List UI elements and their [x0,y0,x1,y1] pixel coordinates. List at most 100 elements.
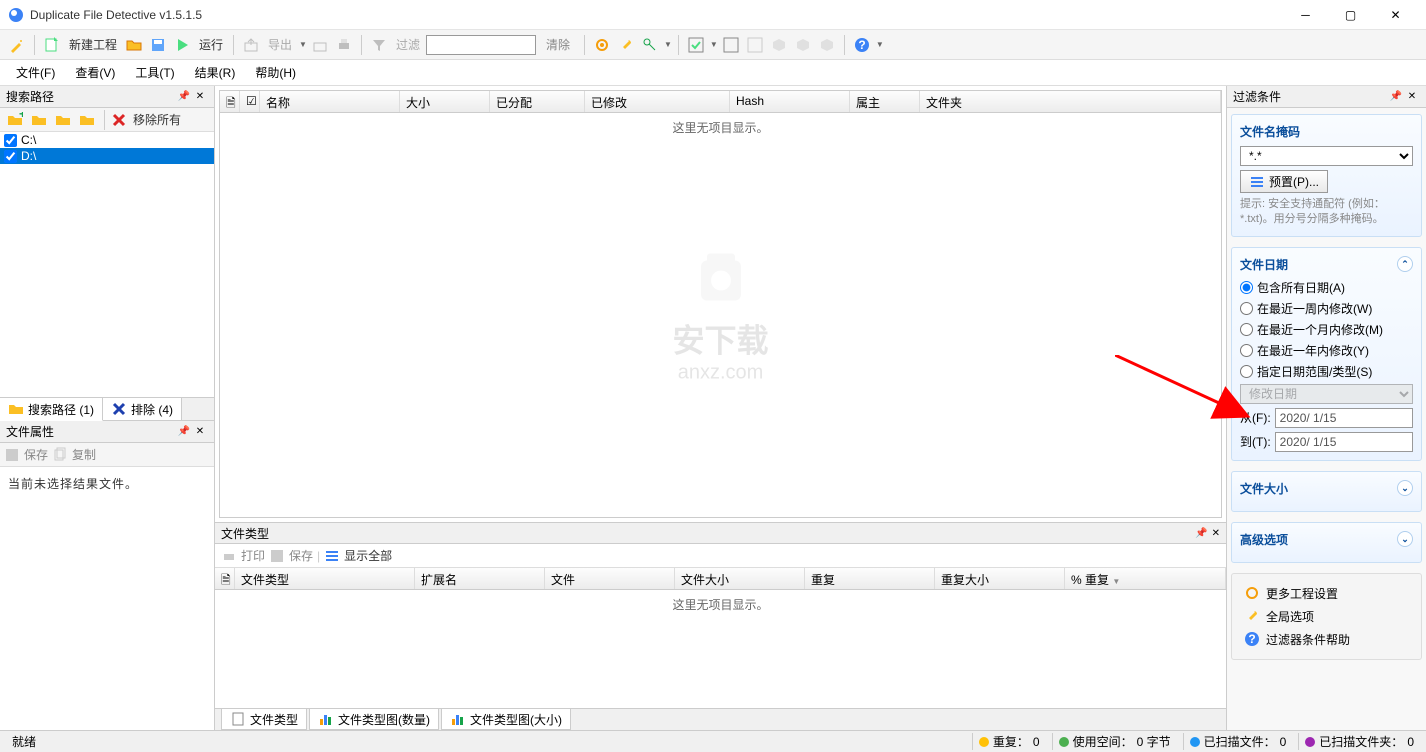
collapse-icon[interactable]: ⌃ [1397,256,1413,272]
add-folder-icon[interactable]: + [4,109,26,131]
to-date-input [1275,432,1413,452]
bcol-files[interactable]: 文件 [545,568,675,589]
run-button[interactable]: 运行 [195,36,227,53]
cube1-icon[interactable] [768,34,790,56]
wand-icon[interactable] [6,34,28,56]
pin-icon[interactable]: 📌 [1195,528,1207,539]
deselect-icon[interactable] [744,34,766,56]
folder3-icon[interactable] [52,109,74,131]
preset-button[interactable]: 预置(P)... [1240,170,1328,193]
remove-all-button[interactable]: 移除所有 [129,111,185,128]
drive-item-d[interactable]: D:\ [0,148,214,164]
col-size[interactable]: 大小 [400,91,490,112]
expand-icon[interactable]: ⌄ [1397,480,1413,496]
minimize-button[interactable]: ─ [1283,1,1328,29]
grid-empty-text: 这里无项目显示。 [672,119,768,136]
col-name[interactable]: 名称 [260,91,400,112]
bcol-dupsize[interactable]: 重复大小 [935,568,1065,589]
col-owner[interactable]: 属主 [850,91,920,112]
pin-icon[interactable]: 📌 [1388,89,1404,105]
bcol-pct[interactable]: % 重复 ▼ [1065,568,1226,589]
mask-title: 文件名掩码 [1240,123,1300,140]
col-icon[interactable]: 🗎 [220,91,240,112]
new-project-icon[interactable] [41,34,63,56]
run-icon[interactable] [171,34,193,56]
edit-folder-icon[interactable] [28,109,50,131]
col-modified[interactable]: 已修改 [585,91,730,112]
bcol-ext[interactable]: 扩展名 [415,568,545,589]
close-panel-icon[interactable]: ✕ [192,89,208,105]
gear-icon[interactable] [591,34,613,56]
export-button[interactable]: 导出 [264,36,296,53]
drive-checkbox-c[interactable] [4,134,17,147]
pin-icon[interactable]: 📌 [176,89,192,105]
bcol-size[interactable]: 文件大小 [675,568,805,589]
import-icon[interactable] [309,34,331,56]
radio-all-dates[interactable]: 包含所有日期(A) [1240,279,1413,296]
col-hash[interactable]: Hash [730,91,850,112]
close-panel-icon[interactable]: ✕ [1404,89,1420,105]
wrench-icon[interactable] [615,34,637,56]
dot-icon [1305,737,1315,747]
date-title: 文件日期 [1240,256,1288,273]
radio-range[interactable]: 指定日期范围/类型(S) [1240,363,1413,380]
uncheck-icon[interactable] [720,34,742,56]
save-icon [269,548,285,564]
file-type-header: 文件类型 📌 ✕ [215,522,1226,544]
copy-props-button[interactable]: 复制 [72,446,96,463]
menu-help[interactable]: 帮助(H) [247,61,304,84]
maximize-button[interactable]: ▢ [1328,1,1373,29]
more-settings-link[interactable]: 更多工程设置 [1240,582,1413,605]
bcol-icon[interactable]: 🗎 [215,568,235,589]
close-button[interactable]: ✕ [1373,1,1418,29]
key-icon[interactable] [639,34,661,56]
print-icon [221,548,237,564]
clear-filter-button[interactable]: 清除 [538,36,578,53]
col-folder[interactable]: 文件夹 [920,91,1221,112]
tab-chart-size[interactable]: 文件类型图(大小) [441,709,571,730]
filter-input[interactable] [426,35,536,55]
drive-item-c[interactable]: C:\ [0,132,214,148]
folder4-icon[interactable] [76,109,98,131]
drive-list: C:\ D:\ [0,132,214,397]
check-icon[interactable] [685,34,707,56]
global-options-link[interactable]: 全局选项 [1240,605,1413,628]
filter-icon[interactable] [368,34,390,56]
tab-file-type[interactable]: 文件类型 [221,709,307,730]
radio-year[interactable]: 在最近一年内修改(Y) [1240,342,1413,359]
open-icon[interactable] [123,34,145,56]
close-panel-icon[interactable]: ✕ [192,424,208,440]
tab-search-path[interactable]: 搜索路径 (1) [0,398,103,421]
list-icon [324,548,340,564]
cube2-icon[interactable] [792,34,814,56]
new-project-button[interactable]: 新建工程 [65,36,121,53]
pin-icon[interactable]: 📌 [176,424,192,440]
export-icon[interactable] [240,34,262,56]
filter-header: 过滤条件 📌 ✕ [1227,86,1426,108]
radio-month[interactable]: 在最近一个月内修改(M) [1240,321,1413,338]
col-check[interactable]: ☑ [240,91,260,112]
save-props-button[interactable]: 保存 [24,446,48,463]
tab-exclude[interactable]: 排除 (4) [103,398,182,420]
filter-help-link[interactable]: ?过滤器条件帮助 [1240,628,1413,651]
menu-view[interactable]: 查看(V) [67,61,123,84]
mask-select[interactable]: *.* [1240,146,1413,166]
cube3-icon[interactable] [816,34,838,56]
bcol-dup[interactable]: 重复 [805,568,935,589]
drive-checkbox-d[interactable] [4,150,17,163]
print-icon[interactable] [333,34,355,56]
save-button[interactable]: 保存 [289,547,313,564]
print-button[interactable]: 打印 [241,547,265,564]
tab-chart-count[interactable]: 文件类型图(数量) [309,709,439,730]
col-allocated[interactable]: 已分配 [490,91,585,112]
help-icon[interactable]: ? [851,34,873,56]
menu-file[interactable]: 文件(F) [8,61,63,84]
menu-results[interactable]: 结果(R) [187,61,244,84]
expand-icon[interactable]: ⌄ [1397,531,1413,547]
bcol-type[interactable]: 文件类型 [235,568,415,589]
close-panel-icon[interactable]: ✕ [1212,528,1220,539]
radio-week[interactable]: 在最近一周内修改(W) [1240,300,1413,317]
menu-tools[interactable]: 工具(T) [127,61,182,84]
save-icon[interactable] [147,34,169,56]
show-all-button[interactable]: 显示全部 [344,547,392,564]
